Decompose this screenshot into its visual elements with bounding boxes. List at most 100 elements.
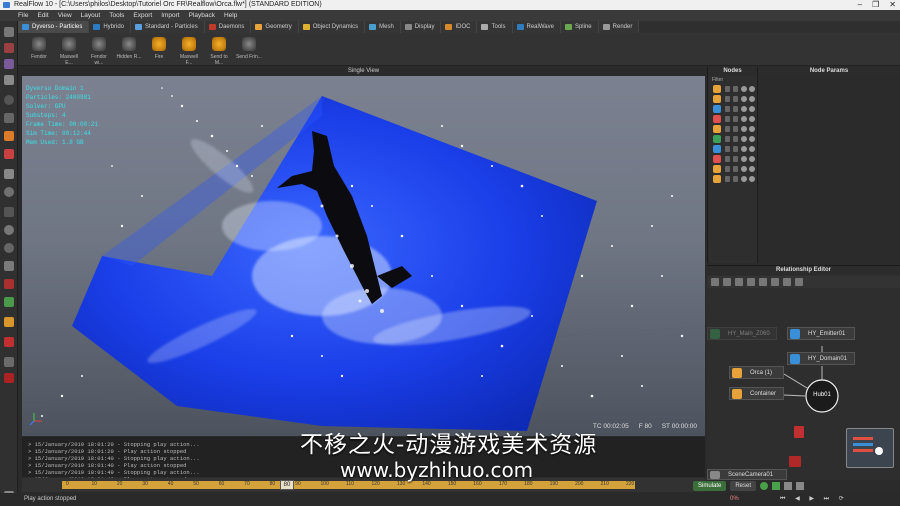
shading-ball-icon[interactable] [749, 156, 755, 162]
visibility-toggle-icon[interactable] [733, 106, 738, 112]
select-tool-icon[interactable] [4, 27, 14, 37]
toolbar-button[interactable]: Hidden R... [116, 35, 142, 60]
shading-ball-icon[interactable] [741, 176, 747, 182]
shading-ball-icon[interactable] [749, 126, 755, 132]
record-icon[interactable] [4, 373, 14, 383]
shelf-tab[interactable]: Hybrido [89, 21, 132, 33]
node-row[interactable] [713, 145, 757, 154]
battery-icon[interactable] [4, 357, 14, 367]
menu-help[interactable]: Help [224, 10, 237, 21]
rel-node-domain[interactable]: HY_Domain01 [787, 352, 855, 365]
toolbar-button[interactable]: Fendor wi... [86, 35, 112, 66]
menu-view[interactable]: View [58, 10, 72, 21]
shelf-tab[interactable]: Mesh [365, 21, 401, 33]
menu-playback[interactable]: Playback [189, 10, 215, 21]
settings-icon[interactable] [784, 481, 793, 490]
record-sim-icon[interactable] [760, 481, 769, 490]
visibility-toggle-icon[interactable] [733, 96, 738, 102]
visibility-toggle-icon[interactable] [725, 126, 730, 132]
daemon-icon[interactable] [789, 456, 801, 467]
shading-ball-icon[interactable] [749, 136, 755, 142]
plane-icon[interactable] [4, 261, 14, 271]
cube-icon[interactable] [4, 207, 14, 217]
node-row[interactable] [713, 85, 757, 94]
shelf-tab[interactable]: RealWave [512, 21, 561, 33]
shading-ball-icon[interactable] [741, 166, 747, 172]
visibility-toggle-icon[interactable] [733, 86, 738, 92]
visibility-toggle-icon[interactable] [725, 106, 730, 112]
spline-icon[interactable] [4, 297, 14, 307]
loop-icon[interactable] [772, 481, 781, 490]
visibility-toggle-icon[interactable] [725, 86, 730, 92]
node-row[interactable] [713, 115, 757, 124]
shelf-tab[interactable]: Object Dynamics [298, 21, 366, 33]
brush-icon[interactable] [4, 149, 14, 159]
toolbar-button[interactable]: Send Frin... [236, 35, 262, 60]
shading-ball-icon[interactable] [749, 96, 755, 102]
magnet-icon[interactable] [4, 337, 14, 347]
node-row[interactable] [713, 95, 757, 104]
shelf-tab[interactable]: Tools [477, 21, 513, 33]
visibility-toggle-icon[interactable] [733, 116, 738, 122]
visibility-toggle-icon[interactable] [725, 166, 730, 172]
menu-import[interactable]: Import [161, 10, 179, 21]
link-icon[interactable] [4, 131, 14, 141]
simulate-button[interactable]: Simulate [693, 480, 727, 491]
visibility-toggle-icon[interactable] [725, 116, 730, 122]
rel-node-emitter[interactable]: HY_Emitter01 [787, 327, 855, 340]
toolbar-button[interactable]: Send to M... [206, 35, 232, 66]
shelf-tab[interactable]: Dyverso - Particles [18, 21, 90, 33]
node-row[interactable] [713, 175, 757, 184]
shading-ball-icon[interactable] [741, 96, 747, 102]
rel-node-container[interactable]: Container [729, 387, 784, 400]
visibility-toggle-icon[interactable] [725, 176, 730, 182]
rel-node-main[interactable]: HY_Main_Z060 [707, 327, 777, 340]
visibility-toggle-icon[interactable] [725, 96, 730, 102]
scale-tool-icon[interactable] [4, 75, 14, 85]
menu-tools[interactable]: Tools [109, 10, 124, 21]
close-button[interactable]: ✕ [889, 0, 896, 10]
shading-ball-icon[interactable] [741, 156, 747, 162]
menu-edit[interactable]: Edit [37, 10, 48, 21]
visibility-toggle-icon[interactable] [733, 156, 738, 162]
camera-icon[interactable] [4, 113, 14, 123]
shading-ball-icon[interactable] [741, 136, 747, 142]
shading-ball-icon[interactable] [749, 166, 755, 172]
shelf-tab[interactable]: Spline [560, 21, 599, 33]
node-row[interactable] [713, 155, 757, 164]
hub-node[interactable]: Hub01 [811, 392, 833, 398]
toolbar-button[interactable]: Fendor [26, 35, 52, 60]
rotate-tool-icon[interactable] [4, 59, 14, 69]
shading-ball-icon[interactable] [741, 116, 747, 122]
shading-ball-icon[interactable] [741, 106, 747, 112]
shading-ball-icon[interactable] [749, 176, 755, 182]
visibility-toggle-icon[interactable] [725, 146, 730, 152]
shelf-tab[interactable]: IDOC [441, 21, 478, 33]
visibility-toggle-icon[interactable] [733, 166, 738, 172]
current-frame-field[interactable]: 80 [280, 480, 294, 490]
toolbar-button[interactable]: Maxwell E... [56, 35, 82, 66]
reset-button[interactable]: Reset [730, 480, 757, 491]
visibility-toggle-icon[interactable] [733, 126, 738, 132]
camera-view-icon[interactable] [796, 481, 805, 490]
shading-ball-icon[interactable] [749, 86, 755, 92]
toolbar-button[interactable]: Maxwell F... [176, 35, 202, 66]
maximize-button[interactable]: ❐ [872, 0, 879, 10]
3d-viewport[interactable]: Dyverso Domain 1 Particles: 2400981 Solver… [22, 76, 705, 436]
playback-controls[interactable]: ⏮ ◀ ▶ ⏭ ⟳ [780, 493, 848, 506]
node-row[interactable] [713, 105, 757, 114]
shading-ball-icon[interactable] [749, 106, 755, 112]
menu-file[interactable]: File [18, 10, 28, 21]
move-tool-icon[interactable] [4, 43, 14, 53]
shading-ball-icon[interactable] [749, 116, 755, 122]
toolbar-button[interactable]: Fire [146, 35, 172, 60]
torus-icon[interactable] [4, 243, 14, 253]
shelf-tab[interactable]: Daemons [204, 21, 252, 33]
shelf-tab[interactable]: Display [400, 21, 442, 33]
visibility-toggle-icon[interactable] [725, 136, 730, 142]
visibility-toggle-icon[interactable] [733, 176, 738, 182]
shelf-tab[interactable]: Standard - Particles [131, 21, 205, 33]
node-row[interactable] [713, 165, 757, 174]
node-row[interactable] [713, 125, 757, 134]
shelf-tab[interactable]: Geometry [251, 21, 299, 33]
